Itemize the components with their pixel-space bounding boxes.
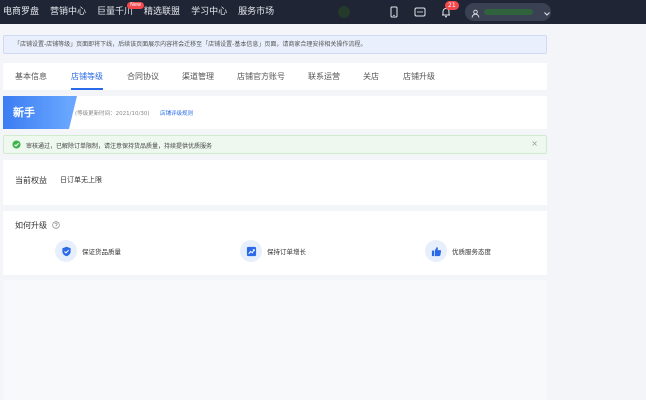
chart-up-icon xyxy=(240,240,262,262)
nav-item-marketing[interactable]: 营销中心 xyxy=(50,0,86,24)
upgrade-title: 如何升级 xyxy=(15,221,47,230)
nav-item-compass[interactable]: 电商罗盘 xyxy=(3,0,39,24)
message-icon[interactable] xyxy=(413,5,427,19)
tab-contact-ops[interactable]: 联系运营 xyxy=(308,63,340,90)
user-icon xyxy=(471,3,480,22)
level-update-time: (等级更新时间：2021/10/30) xyxy=(75,111,150,117)
nav-item-qianchuan[interactable]: 巨量千川 New xyxy=(97,0,145,24)
tab-basic-info[interactable]: 基本信息 xyxy=(15,63,47,90)
level-badge: 新手 xyxy=(3,96,77,129)
thumbs-up-icon xyxy=(425,240,447,262)
upgrade-card: 如何升级 保证货品质量 保持订单增长 优质服务态度 xyxy=(3,211,547,275)
tab-shop-upgrade[interactable]: 店铺升级 xyxy=(403,63,435,90)
feature-orders: 保持订单增长 xyxy=(240,240,306,262)
status-dot xyxy=(338,6,350,18)
approval-alert: 审核通过，已解除订单限制，请注意保持货品质量，持续提供优质服务 × xyxy=(3,135,547,154)
tab-shop-level[interactable]: 店铺等级 xyxy=(71,63,103,90)
nav-item-alliance[interactable]: 精选联盟 xyxy=(144,0,180,24)
alert-message: 审核通过，已解除订单限制，请注意保持货品质量，持续提供优质服务 xyxy=(26,143,213,150)
tab-close-shop[interactable]: 关店 xyxy=(363,63,379,90)
migration-notice: 「店铺设置-店铺等级」页面即将下线，后续该页面展示内容将会迁移至「店铺设置-基本… xyxy=(3,35,547,54)
tab-channels[interactable]: 渠道管理 xyxy=(182,63,214,90)
close-icon[interactable]: × xyxy=(531,139,538,148)
tab-official-account[interactable]: 店铺官方账号 xyxy=(237,63,285,90)
nav-item-label: 巨量千川 xyxy=(97,7,134,17)
feature-label: 保证货品质量 xyxy=(82,248,121,256)
nav-item-service-market[interactable]: 服务市场 xyxy=(238,0,274,24)
feature-label: 保持订单增长 xyxy=(267,248,306,256)
bell-icon[interactable]: 21 xyxy=(439,1,459,19)
feature-quality: 保证货品质量 xyxy=(55,240,121,262)
level-card: 新手 (等级更新时间：2021/10/30) 店铺评级规则 xyxy=(3,96,547,129)
shield-check-icon xyxy=(55,240,77,262)
user-name-redacted xyxy=(484,9,533,15)
check-circle-icon xyxy=(12,140,21,149)
level-rule-link[interactable]: 店铺评级规则 xyxy=(160,109,193,117)
settings-tabs: 基本信息 店铺等级 合同协议 渠道管理 店铺官方账号 联系运营 关店 店铺升级 xyxy=(3,63,547,90)
new-badge: New xyxy=(127,2,145,9)
nav-right-tools: 21 xyxy=(387,0,646,24)
phone-icon[interactable] xyxy=(387,5,401,19)
tab-contracts[interactable]: 合同协议 xyxy=(127,63,159,90)
help-icon[interactable] xyxy=(52,221,60,229)
user-menu[interactable] xyxy=(465,3,551,21)
rights-label: 当前权益 xyxy=(15,176,47,185)
chevron-down-icon xyxy=(533,3,551,22)
top-navigation: 电商罗盘 营销中心 巨量千川 New 精选联盟 学习中心 服务市场 21 xyxy=(0,0,646,24)
notification-count: 21 xyxy=(445,1,459,10)
rights-value: 日订单无上限 xyxy=(60,176,102,184)
current-rights-card: 当前权益 日订单无上限 xyxy=(3,160,547,205)
nav-item-learning[interactable]: 学习中心 xyxy=(191,0,227,24)
empty-content-area xyxy=(3,280,547,400)
feature-service: 优质服务态度 xyxy=(425,240,491,262)
feature-label: 优质服务态度 xyxy=(452,248,491,256)
